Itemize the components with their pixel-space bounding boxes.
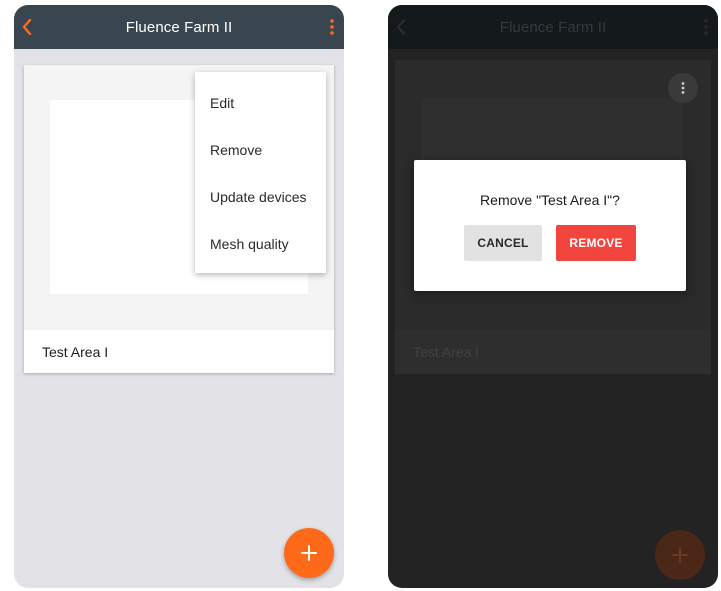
area-name: Test Area I	[42, 343, 109, 360]
area-card-footer-dimmed: Test Area I	[395, 330, 711, 374]
more-vertical-icon	[681, 82, 685, 94]
phone-screen-menu: Fluence Farm II Test Area I Edit Remove …	[14, 5, 344, 588]
chevron-left-icon	[396, 19, 406, 35]
more-options-button[interactable]	[326, 15, 338, 39]
more-vertical-icon	[330, 19, 334, 35]
menu-item-update-devices[interactable]: Update devices	[195, 173, 326, 220]
remove-button[interactable]: REMOVE	[556, 225, 636, 261]
back-button[interactable]	[18, 15, 36, 39]
dialog-message: Remove "Test Area I"?	[480, 192, 620, 208]
menu-item-edit[interactable]: Edit	[195, 79, 326, 126]
card-more-button	[668, 73, 698, 103]
area-name-dimmed: Test Area I	[413, 344, 480, 360]
menu-item-remove[interactable]: Remove	[195, 126, 326, 173]
page-title-dimmed: Fluence Farm II	[499, 18, 607, 36]
plus-icon	[672, 547, 688, 563]
menu-item-mesh-quality[interactable]: Mesh quality	[195, 220, 326, 267]
area-card-footer: Test Area I	[24, 330, 334, 373]
cancel-button[interactable]: CANCEL	[464, 225, 542, 261]
app-bar-dimmed: Fluence Farm II	[388, 5, 718, 49]
page-title: Fluence Farm II	[125, 18, 233, 36]
app-bar: Fluence Farm II	[14, 5, 344, 49]
add-area-button-dimmed	[655, 530, 705, 580]
remove-confirm-dialog: Remove "Test Area I"? CANCEL REMOVE	[414, 160, 686, 291]
page: Fluence Farm II Test Area I Edit Remove …	[0, 0, 721, 591]
plus-icon	[301, 545, 317, 561]
context-menu: Edit Remove Update devices Mesh quality	[195, 72, 326, 273]
chevron-left-icon	[22, 19, 32, 35]
phone-screen-dialog: Fluence Farm II Test Area I Remove "Test…	[388, 5, 718, 588]
more-vertical-icon	[704, 19, 708, 35]
more-options-button-dimmed	[700, 15, 712, 39]
back-button-dimmed	[392, 15, 410, 39]
add-area-button[interactable]	[284, 528, 334, 578]
